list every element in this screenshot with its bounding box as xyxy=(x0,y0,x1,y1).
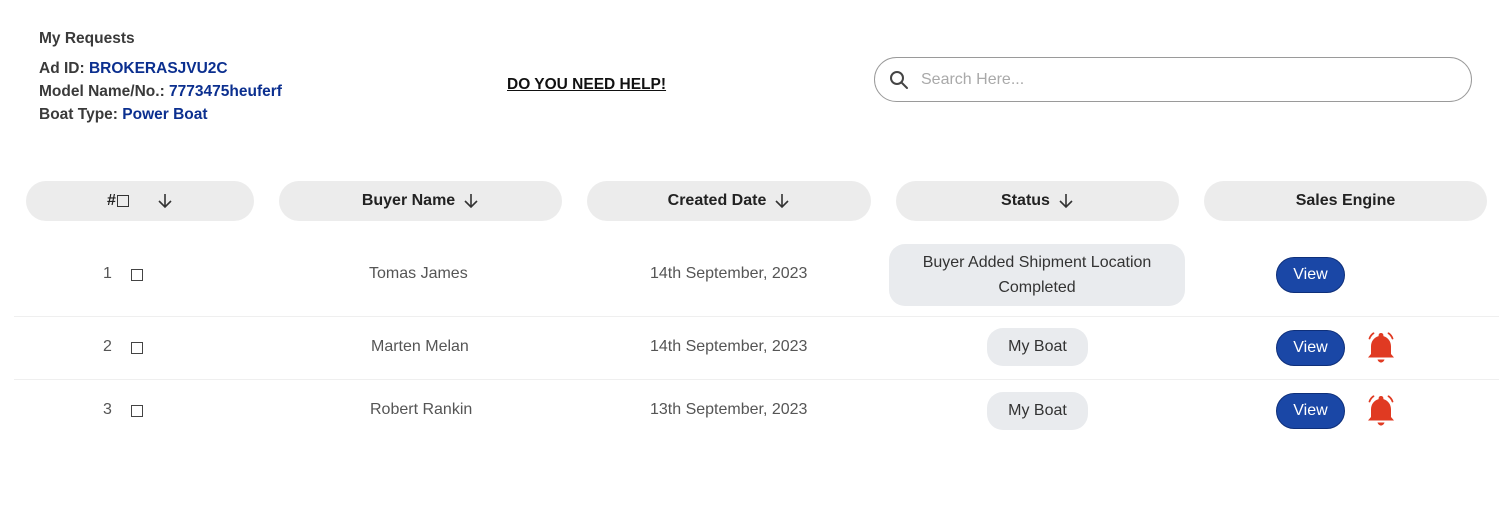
bell-icon[interactable] xyxy=(1362,328,1400,366)
ad-id-value: BROKERASJVU2C xyxy=(88,60,228,77)
status-badge: My Boat xyxy=(987,392,1088,430)
sort-arrow-down-icon[interactable] xyxy=(1058,193,1074,209)
request-info: My Requests Ad ID: BROKERASJVU2C Model N… xyxy=(39,30,282,126)
sort-arrow-down-icon[interactable] xyxy=(463,193,479,209)
column-header-created-date[interactable]: Created Date xyxy=(587,181,871,221)
boat-type-label: Boat Type: xyxy=(39,106,118,123)
bell-icon[interactable] xyxy=(1362,391,1400,429)
column-header-number[interactable]: # xyxy=(26,181,254,221)
row-number: 1 xyxy=(103,265,112,282)
boat-type-value: Power Boat xyxy=(122,106,208,123)
column-header-buyer-name[interactable]: Buyer Name xyxy=(279,181,562,221)
row-divider xyxy=(14,316,1499,317)
row-checkbox[interactable] xyxy=(131,342,143,354)
view-button[interactable]: View xyxy=(1276,257,1345,293)
buyer-name: Robert Rankin xyxy=(370,401,473,418)
status-badge: Buyer Added Shipment Location Completed xyxy=(889,244,1185,306)
column-header-sales-engine-label: Sales Engine xyxy=(1295,192,1396,209)
created-date: 14th September, 2023 xyxy=(650,338,808,355)
ad-id-row: Ad ID: BROKERASJVU2C xyxy=(39,57,282,80)
model-row: Model Name/No.: 7773475heuferf xyxy=(39,80,282,103)
row-checkbox[interactable] xyxy=(131,269,143,281)
status-text-line2: Completed xyxy=(998,279,1076,296)
help-link[interactable]: DO YOU NEED HELP! xyxy=(507,76,666,94)
select-all-checkbox[interactable] xyxy=(116,195,129,207)
status-badge: My Boat xyxy=(987,328,1088,366)
row-number: 3 xyxy=(103,401,112,418)
column-header-buyer-name-label: Buyer Name xyxy=(361,192,456,209)
row-checkbox[interactable] xyxy=(131,405,143,417)
status-text: My Boat xyxy=(1008,338,1067,355)
search-bar[interactable] xyxy=(874,57,1472,102)
created-date: 13th September, 2023 xyxy=(650,401,808,418)
column-header-sales-engine: Sales Engine xyxy=(1204,181,1487,221)
boat-type-row: Boat Type: Power Boat xyxy=(39,103,282,126)
column-header-status[interactable]: Status xyxy=(896,181,1179,221)
row-divider xyxy=(14,379,1499,380)
status-text-line1: Buyer Added Shipment Location xyxy=(922,254,1152,271)
buyer-name: Tomas James xyxy=(369,265,468,282)
column-header-number-label: # xyxy=(107,192,116,209)
sort-arrow-down-icon[interactable] xyxy=(774,193,790,209)
view-button[interactable]: View xyxy=(1276,393,1345,429)
buyer-name: Marten Melan xyxy=(371,338,469,355)
status-text: My Boat xyxy=(1008,402,1067,419)
page-title: My Requests xyxy=(39,30,135,47)
sort-arrow-down-icon[interactable] xyxy=(157,193,173,209)
created-date: 14th September, 2023 xyxy=(650,265,808,282)
search-input[interactable] xyxy=(919,69,1443,90)
column-header-created-date-label: Created Date xyxy=(667,192,767,209)
model-value: 7773475heuferf xyxy=(169,83,282,100)
ad-id-label: Ad ID: xyxy=(39,60,85,77)
view-button[interactable]: View xyxy=(1276,330,1345,366)
row-number: 2 xyxy=(103,338,112,355)
column-header-status-label: Status xyxy=(1001,192,1050,209)
model-label: Model Name/No.: xyxy=(39,83,165,100)
search-icon xyxy=(890,70,908,89)
